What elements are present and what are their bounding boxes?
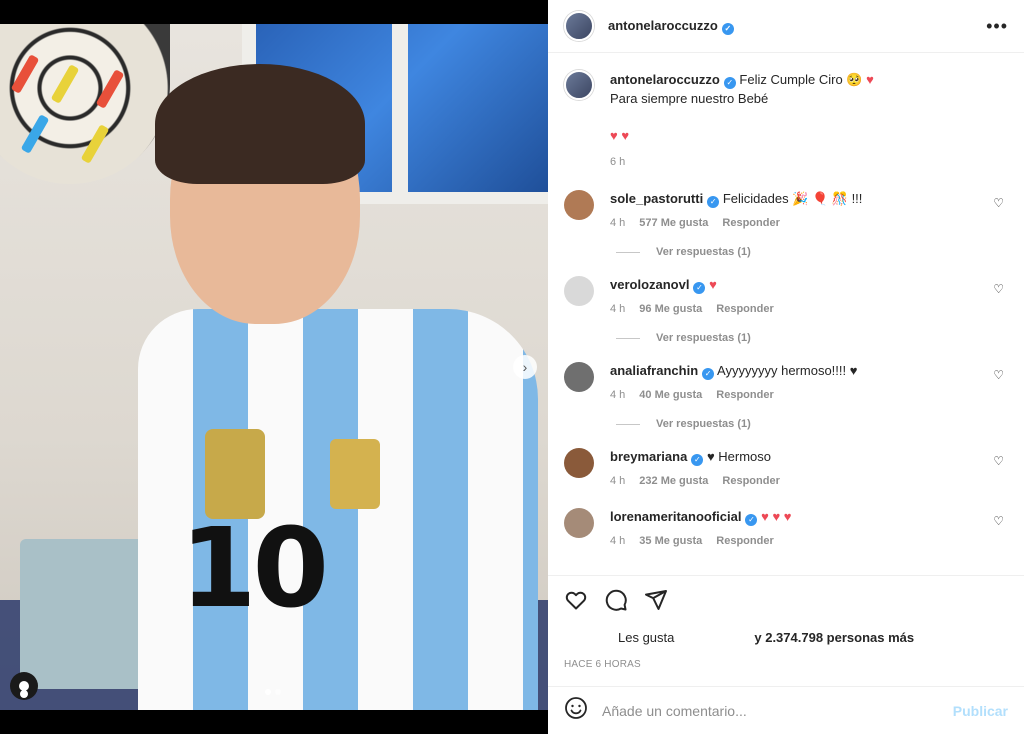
comment-text: ♥ ♥ ♥ [761,509,792,524]
photo-jersey-number: 10 [180,504,329,632]
caption-author-username[interactable]: antonelaroccuzzo [610,72,720,87]
commenter-avatar[interactable] [564,448,594,478]
likes-summary: Les gusta y 2.374.798 personas más [564,630,1008,645]
carousel-dots [265,689,281,695]
commenter-username[interactable]: verolozanovl [610,277,689,292]
author-avatar[interactable] [564,11,594,41]
photo-afa-badge [330,439,380,509]
next-slide-chevron-right-icon[interactable]: › [513,355,537,379]
verified-badge-icon: ✓ [702,368,715,380]
verified-badge-icon: ✓ [723,77,736,89]
post-time-ago: HACE 6 HORAS [564,659,641,670]
post-caption: antonelaroccuzzo ✓ Feliz Cumple Ciro 🥺 ♥ … [564,70,1008,172]
post-sidebar: antonelaroccuzzo ✓ ••• antonelaroccuzzo ✓ … [548,0,1024,734]
like-heart-icon[interactable] [564,588,588,612]
commenter-username[interactable]: sole_pastorutti [610,191,703,206]
caption-author-avatar[interactable] [564,70,594,100]
comment-likes[interactable]: 40 Me gusta [639,389,702,401]
verified-badge-icon: ✓ [691,454,704,466]
comment-item: lorenameritanooficial ✓ ♥ ♥ ♥ 4 h 35 Me gu… [564,508,1008,550]
comment-item: sole_pastorutti ✓ Felicidades 🎉 🎈 🎊 !!! 4… [564,190,1008,232]
post-header: antonelaroccuzzo ✓ ••• [548,0,1024,53]
emoji-smiley-icon[interactable] [564,696,588,725]
publish-button[interactable]: Publicar [953,703,1008,719]
verified-badge-icon: ✓ [745,514,758,526]
comment-text: ♥ [709,277,717,292]
comment-likes[interactable]: 577 Me gusta [639,217,708,229]
comment-reply-button[interactable]: Responder [716,303,773,315]
comment-like-heart-icon[interactable]: ♡ [993,282,1004,296]
comment-reply-button[interactable]: Responder [722,475,779,487]
likes-prefix: Les gusta [618,630,675,645]
post-actions: Les gusta y 2.374.798 personas más HACE … [548,575,1024,670]
comment-time: 4 h [610,475,626,487]
comment-reply-button[interactable]: Responder [722,217,779,229]
caption-line-1: Feliz Cumple Ciro 🥺 [739,72,863,87]
photo-kid-hair [155,64,365,184]
commenter-username[interactable]: lorenameritanooficial [610,509,741,524]
comments-list[interactable]: antonelaroccuzzo ✓ Feliz Cumple Ciro 🥺 ♥ … [548,54,1024,574]
commenter-avatar[interactable] [564,190,594,220]
comment-time: 4 h [610,303,626,315]
more-options-icon[interactable]: ••• [986,16,1008,37]
commenter-avatar[interactable] [564,362,594,392]
verified-badge-icon: ✓ [693,282,706,294]
carousel-dot-active [265,689,271,695]
comment-text: Ayyyyyyyy hermoso!!!! ♥ [717,363,858,378]
comment-reply-button[interactable]: Responder [716,389,773,401]
commenter-username[interactable]: analiafranchin [610,363,698,378]
comment-time: 4 h [610,217,626,229]
verified-badge-icon: ✓ [721,22,734,35]
comment-item: breymariana ✓ ♥ Hermoso 4 h 232 Me gusta Re… [564,448,1008,490]
caption-hearts: ♥ ♥ [610,128,630,143]
comment-likes[interactable]: 96 Me gusta [639,303,702,315]
caption-time: 6 h [610,156,626,168]
comment-like-heart-icon[interactable]: ♡ [993,196,1004,210]
comment-like-heart-icon[interactable]: ♡ [993,514,1004,528]
view-replies-button[interactable]: Ver respuestas (1) [616,418,1008,430]
heart-emoji-icon: ♥ [866,72,874,87]
comment-item: analiafranchin ✓ Ayyyyyyyy hermoso!!!! ♥ … [564,362,1008,404]
likes-count[interactable]: y 2.374.798 personas más [754,630,914,645]
comment-likes[interactable]: 35 Me gusta [639,535,702,547]
comment-like-heart-icon[interactable]: ♡ [993,454,1004,468]
commenter-avatar[interactable] [564,276,594,306]
comment-text: ♥ Hermoso [706,449,772,464]
comment-text: Felicidades 🎉 🎈 🎊 !!! [722,191,863,206]
comment-time: 4 h [610,535,626,547]
comment-item: verolozanovl ✓ ♥ 4 h 96 Me gusta Responder … [564,276,1008,318]
photo-radiator [20,539,150,689]
comment-input[interactable] [602,702,953,719]
commenter-avatar[interactable] [564,508,594,538]
view-replies-button[interactable]: Ver respuestas (1) [616,246,1008,258]
carousel-dot [275,689,281,695]
verified-badge-icon: ✓ [707,196,720,208]
author-username[interactable]: antonelaroccuzzo ✓ [608,18,734,35]
comment-time: 4 h [610,389,626,401]
add-comment-bar: Publicar [548,686,1024,734]
commenter-username[interactable]: breymariana [610,449,687,464]
comment-like-heart-icon[interactable]: ♡ [993,368,1004,382]
comment-reply-button[interactable]: Responder [716,535,773,547]
share-send-icon[interactable] [644,588,668,612]
post-photo[interactable]: 10 [0,24,548,710]
comment-likes[interactable]: 232 Me gusta [639,475,708,487]
comment-bubble-icon[interactable] [604,588,628,612]
view-replies-button[interactable]: Ver respuestas (1) [616,332,1008,344]
caption-line-2: Para siempre nuestro Bebé [610,91,769,106]
tagged-user-icon[interactable] [10,672,38,700]
post-photo-pane: 10 › [0,0,548,734]
